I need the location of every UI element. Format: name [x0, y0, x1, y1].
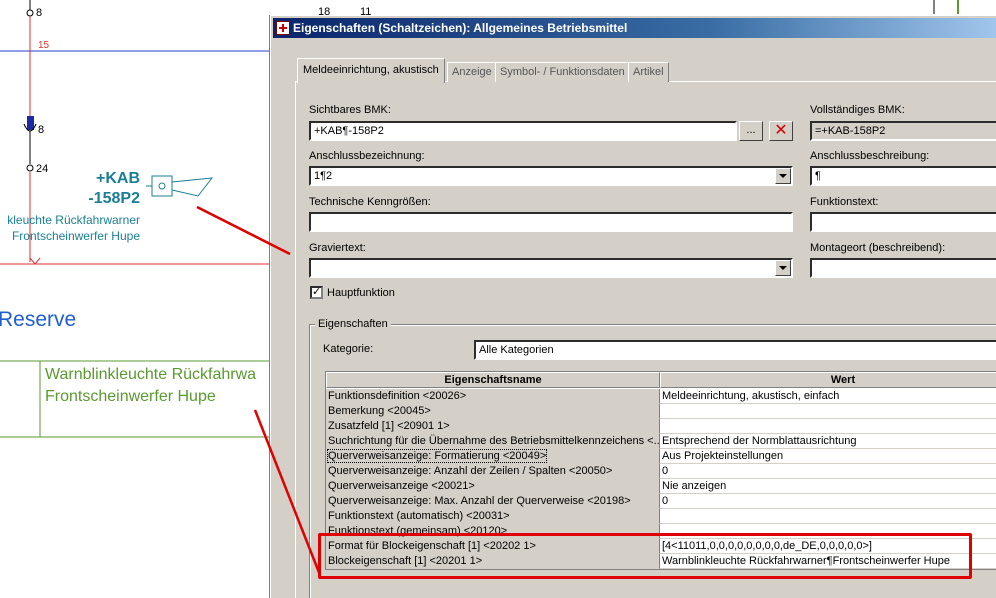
grid-cell-name-text: Funktionstext (automatisch) <20031>	[328, 510, 510, 522]
tab-artikel[interactable]: Artikel	[628, 62, 669, 82]
main-function-label: Hauptfunktion	[327, 287, 395, 299]
grid-cell-name[interactable]: Bemerkung <20045>	[326, 404, 660, 419]
grid-cell-value[interactable]: 0	[660, 464, 996, 479]
grid-cell-value[interactable]: 0	[660, 494, 996, 509]
grid-row[interactable]: Funktionstext (automatisch) <20031>	[326, 509, 996, 524]
full-bmk-field: =+KAB-158P2	[810, 121, 996, 141]
tab-anzeige[interactable]: Anzeige	[447, 62, 497, 82]
connection-designation-label: Anschlussbezeichnung:	[309, 150, 425, 162]
pin-label: 15	[38, 40, 50, 51]
block-text-line1: Warnblinkleuchte Rückfahrwa	[45, 366, 257, 383]
grid-cell-value[interactable]: Nie anzeigen	[660, 479, 996, 494]
function-text-label: Funktionstext:	[810, 196, 879, 208]
browse-button[interactable]: ...	[739, 121, 763, 141]
function-text-line1: kleuchte Rückfahrwarner	[7, 213, 140, 227]
grid-cell-name-text: Querverweisanzeige <20021>	[328, 480, 475, 492]
dialog-title: Eigenschaften (Schaltzeichen): Allgemein…	[293, 21, 628, 35]
connection-description-label: Anschlussbeschreibung:	[810, 150, 930, 162]
device-tag-line1: +KAB	[95, 170, 140, 187]
visible-bmk-label: Sichtbares BMK:	[309, 104, 391, 116]
delete-button[interactable]: ✕	[769, 121, 793, 141]
grid-cell-name-text: Querverweisanzeige: Anzahl der Zeilen / …	[328, 465, 613, 477]
engraving-text-label: Graviertext:	[309, 242, 366, 254]
grid-cell-name[interactable]: Querverweisanzeige <20021>	[326, 479, 660, 494]
grid-cell-name-text: Querverweisanzeige: Max. Anzahl der Quer…	[328, 495, 631, 507]
grid-cell-value[interactable]	[660, 509, 996, 524]
technical-data-input[interactable]	[309, 212, 793, 232]
main-function-checkbox[interactable]: ✓	[310, 286, 323, 299]
connection-designation-value: 1¶2	[314, 170, 333, 182]
grid-row[interactable]: Zusatzfeld [1] <20901 1>	[326, 419, 996, 434]
dialog-titlebar[interactable]: Eigenschaften (Schaltzeichen): Allgemein…	[273, 18, 996, 38]
grid-cell-name[interactable]: Querverweisanzeige: Max. Anzahl der Quer…	[326, 494, 660, 509]
mounting-location-input[interactable]	[810, 258, 996, 278]
pin-label: 8	[38, 124, 45, 136]
annotation-highlight-box	[318, 533, 972, 579]
grid-cell-name[interactable]: Querverweisanzeige: Anzahl der Zeilen / …	[326, 464, 660, 479]
device-tag-line2: -158P2	[88, 190, 140, 207]
properties-dialog: Eigenschaften (Schaltzeichen): Allgemein…	[270, 15, 996, 598]
grid-row[interactable]: Funktionsdefinition <20026> Meldeeinricht…	[326, 389, 996, 404]
connection-description-input[interactable]: ¶	[810, 166, 996, 186]
app-icon	[276, 21, 290, 35]
tab-meldeeinrichtung[interactable]: Meldeeinrichtung, akustisch	[297, 58, 445, 83]
grid-cell-name[interactable]: Funktionsdefinition <20026>	[326, 389, 660, 404]
device-tag: +KAB -158P2	[80, 169, 140, 209]
grid-cell-value[interactable]: Aus Projekteinstellungen	[660, 449, 996, 464]
grid-row[interactable]: Querverweisanzeige: Formatierung <20049>…	[326, 449, 996, 464]
grid-cell-value[interactable]: Meldeeinrichtung, akustisch, einfach	[660, 389, 996, 404]
function-text: kleuchte Rückfahrwarner Frontscheinwerfe…	[0, 212, 140, 244]
engraving-text-combo[interactable]	[309, 258, 793, 278]
grid-cell-name-text: Querverweisanzeige: Formatierung <20049>	[326, 449, 548, 463]
grid-cell-value[interactable]	[660, 404, 996, 419]
technical-data-label: Technische Kenngrößen:	[309, 196, 431, 208]
grid-row[interactable]: Suchrichtung für die Übernahme des Betri…	[326, 434, 996, 449]
reserve-label: Reserve	[0, 308, 77, 331]
grid-cell-name[interactable]: Funktionstext (automatisch) <20031>	[326, 509, 660, 524]
connection-designation-combo[interactable]: 1¶2	[309, 166, 793, 186]
grid-cell-value[interactable]: Entsprechend der Normblattausrichtung	[660, 434, 996, 449]
category-combo[interactable]: Alle Kategorien	[474, 340, 996, 360]
category-label: Kategorie:	[323, 343, 374, 355]
properties-group-title: Eigenschaften	[315, 318, 391, 330]
tab-symbol-funktionsdaten[interactable]: Symbol- / Funktionsdaten	[495, 62, 630, 82]
function-text-line2: Frontscheinwerfer Hupe	[11, 229, 140, 243]
grid-cell-name-text: Suchrichtung für die Übernahme des Betri…	[328, 435, 660, 447]
grid-header-name[interactable]: Eigenschaftsname	[326, 372, 660, 388]
grid-row[interactable]: Querverweisanzeige: Max. Anzahl der Quer…	[326, 494, 996, 509]
grid-cell-value[interactable]	[660, 419, 996, 434]
grid-row[interactable]: Querverweisanzeige: Anzahl der Zeilen / …	[326, 464, 996, 479]
block-text: Warnblinkleuchte Rückfahrwa Frontscheinw…	[45, 364, 256, 408]
grid-cell-name[interactable]: Querverweisanzeige: Formatierung <20049>	[326, 449, 660, 464]
grid-row[interactable]: Bemerkung <20045>	[326, 404, 996, 419]
grid-cell-name[interactable]: Zusatzfeld [1] <20901 1>	[326, 419, 660, 434]
grid-header-value[interactable]: Wert	[660, 372, 996, 388]
visible-bmk-input[interactable]: +KAB¶-158P2	[309, 121, 737, 141]
chevron-down-icon[interactable]	[775, 260, 791, 276]
grid-cell-name-text: Bemerkung <20045>	[328, 405, 431, 417]
mounting-location-label: Montageort (beschreibend):	[810, 242, 946, 254]
pin-label: 24	[36, 163, 49, 175]
function-text-input[interactable]	[810, 212, 996, 232]
chevron-down-icon[interactable]	[775, 168, 791, 184]
full-bmk-label: Vollständiges BMK:	[810, 104, 905, 116]
grid-cell-name-text: Zusatzfeld [1] <20901 1>	[328, 420, 450, 432]
grid-cell-name[interactable]: Suchrichtung für die Übernahme des Betri…	[326, 434, 660, 449]
grid-row[interactable]: Querverweisanzeige <20021> Nie anzeigen	[326, 479, 996, 494]
block-text-line2: Frontscheinwerfer Hupe	[45, 388, 216, 405]
grid-cell-name-text: Funktionsdefinition <20026>	[328, 390, 467, 402]
pin-label: 8	[36, 7, 43, 19]
